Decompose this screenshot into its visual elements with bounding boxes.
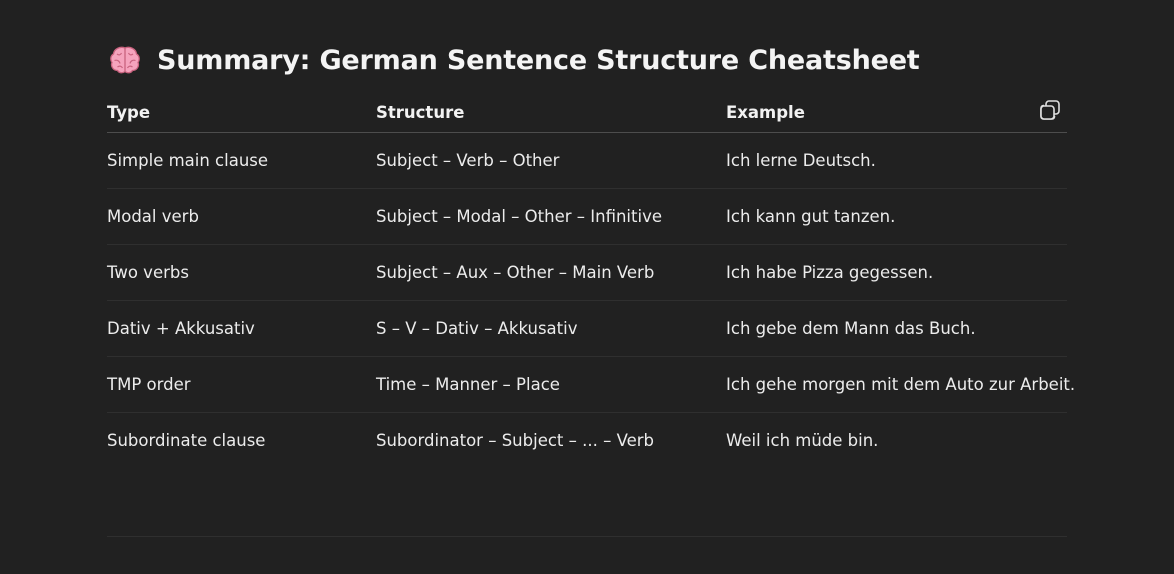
cell-type: Modal verb xyxy=(107,207,199,226)
column-header-type: Type xyxy=(107,102,151,122)
title-row: Summary: German Sentence Structure Cheat… xyxy=(108,40,920,80)
cheatsheet-table: Type Structure Example Simple main claus… xyxy=(107,92,1075,468)
column-header-structure: Structure xyxy=(376,102,465,122)
cell-type: Simple main clause xyxy=(107,151,269,170)
cell-type: Two verbs xyxy=(107,263,189,282)
cell-type: Subordinate clause xyxy=(107,431,266,450)
table-row: Subordinate clause Subordinator – Subjec… xyxy=(107,413,1067,468)
table-row: Simple main clause Subject – Verb – Othe… xyxy=(107,133,1067,189)
cell-example: Ich gehe morgen mit dem Auto zur Arbeit. xyxy=(726,375,1076,394)
cell-example: Ich habe Pizza gegessen. xyxy=(726,263,934,282)
table-row: Two verbs Subject – Aux – Other – Main V… xyxy=(107,245,1067,301)
column-header-example: Example xyxy=(726,102,805,122)
copy-icon xyxy=(1040,100,1060,120)
cell-structure: Subject – Aux – Other – Main Verb xyxy=(376,263,655,282)
cell-structure: Time – Manner – Place xyxy=(376,375,560,394)
cell-example: Weil ich müde bin. xyxy=(726,431,879,450)
cell-example: Ich gebe dem Mann das Buch. xyxy=(726,319,976,338)
page-title: Summary: German Sentence Structure Cheat… xyxy=(157,44,920,76)
main-content: Summary: German Sentence Structure Cheat… xyxy=(107,0,1075,574)
table-row: Dativ + Akkusativ S – V – Dativ – Akkusa… xyxy=(107,301,1067,357)
table-row: TMP order Time – Manner – Place Ich gehe… xyxy=(107,357,1075,413)
table-header-row: Type Structure Example xyxy=(107,92,1067,133)
cell-type: TMP order xyxy=(107,375,191,394)
table-row: Modal verb Subject – Modal – Other – Inf… xyxy=(107,189,1067,245)
cell-type: Dativ + Akkusativ xyxy=(107,319,255,338)
cell-structure: Subject – Verb – Other xyxy=(376,151,560,170)
section-divider xyxy=(107,536,1067,537)
cell-structure: S – V – Dativ – Akkusativ xyxy=(376,319,578,338)
cell-structure: Subject – Modal – Other – Infinitive xyxy=(376,207,662,226)
cell-example: Ich kann gut tanzen. xyxy=(726,207,896,226)
cell-example: Ich lerne Deutsch. xyxy=(726,151,876,170)
cell-structure: Subordinator – Subject – ... – Verb xyxy=(376,431,655,450)
brain-icon xyxy=(108,43,142,77)
copy-table-button[interactable] xyxy=(1039,99,1061,121)
